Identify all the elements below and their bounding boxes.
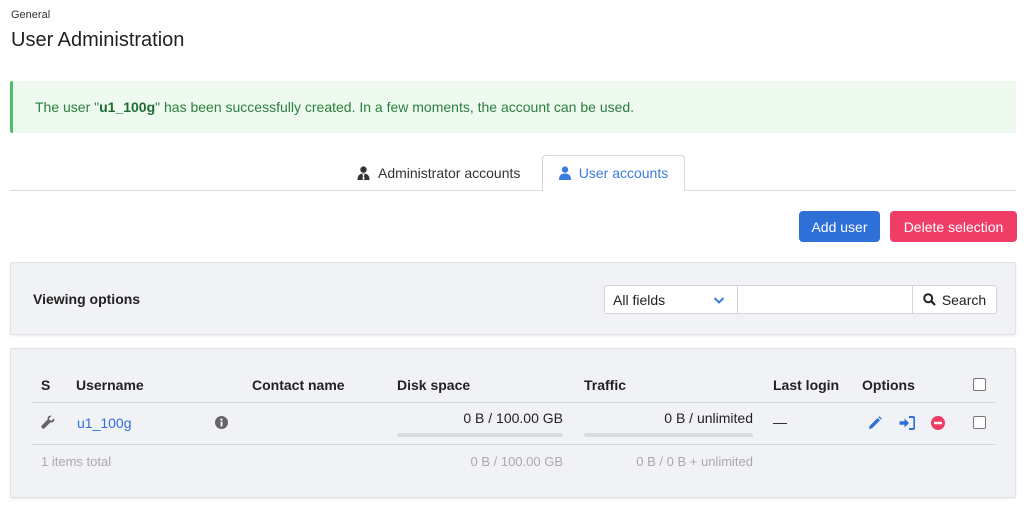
alert-username: u1_100g — [99, 99, 156, 115]
field-select[interactable]: All fields — [604, 285, 738, 314]
col-header-options: Options — [862, 377, 915, 393]
breadcrumb: General — [11, 9, 51, 21]
traffic-total: 0 B / 0 B + unlimited — [636, 454, 753, 469]
disk-total: 0 B / 100.00 GB — [470, 454, 563, 469]
last-login-value: — — [773, 414, 787, 430]
disk-usage-bar — [397, 433, 563, 437]
col-header-s[interactable]: S — [41, 377, 50, 393]
col-header-contact-name[interactable]: Contact name — [252, 377, 345, 393]
wrench-icon — [41, 415, 55, 429]
col-header-username[interactable]: Username — [76, 377, 144, 393]
col-header-disk-space[interactable]: Disk space — [397, 377, 470, 393]
col-header-last-login[interactable]: Last login — [773, 377, 839, 393]
viewing-options-panel: Viewing options All fields Search — [10, 262, 1016, 335]
search-icon — [923, 293, 936, 306]
add-user-button[interactable]: Add user — [799, 211, 880, 242]
user-icon — [558, 166, 571, 180]
admin-user-icon — [357, 166, 370, 180]
username-link[interactable]: u1_100g — [77, 415, 132, 431]
row-divider — [32, 444, 996, 445]
search-button[interactable]: Search — [912, 285, 997, 314]
disable-user-icon[interactable] — [931, 416, 945, 430]
info-icon[interactable] — [215, 416, 228, 429]
login-as-icon[interactable] — [899, 416, 915, 430]
col-header-traffic[interactable]: Traffic — [584, 377, 626, 393]
edit-pencil-icon[interactable] — [868, 416, 882, 430]
success-alert: The user " u1_100g " has been successfully… — [10, 81, 1016, 133]
items-total: 1 items total — [41, 454, 112, 469]
delete-selection-button[interactable]: Delete selection — [890, 211, 1017, 242]
page-title: User Administration — [11, 29, 185, 51]
search-button-label: Search — [941, 291, 987, 308]
tab-label: Administrator accounts — [378, 165, 521, 181]
users-table-panel: S Username Contact name Disk space Traff… — [10, 348, 1016, 498]
row-select-checkbox[interactable] — [973, 416, 986, 429]
select-all-checkbox[interactable] — [973, 378, 986, 391]
tab-administrator-accounts[interactable]: Administrator accounts — [345, 155, 532, 191]
alert-text-suffix: " has been successfully created. In a fe… — [155, 99, 635, 115]
viewing-options-label: Viewing options — [33, 291, 141, 307]
alert-text-prefix: The user " — [35, 99, 100, 115]
field-select-value: All fields — [613, 291, 666, 308]
chevron-down-icon — [713, 297, 725, 304]
tab-user-accounts[interactable]: User accounts — [542, 155, 685, 191]
header-divider — [32, 402, 996, 403]
search-input[interactable] — [738, 285, 913, 314]
tab-label: User accounts — [578, 165, 669, 181]
disk-space-value: 0 B / 100.00 GB — [463, 410, 563, 426]
traffic-value: 0 B / unlimited — [664, 410, 753, 426]
traffic-usage-bar — [584, 433, 753, 437]
